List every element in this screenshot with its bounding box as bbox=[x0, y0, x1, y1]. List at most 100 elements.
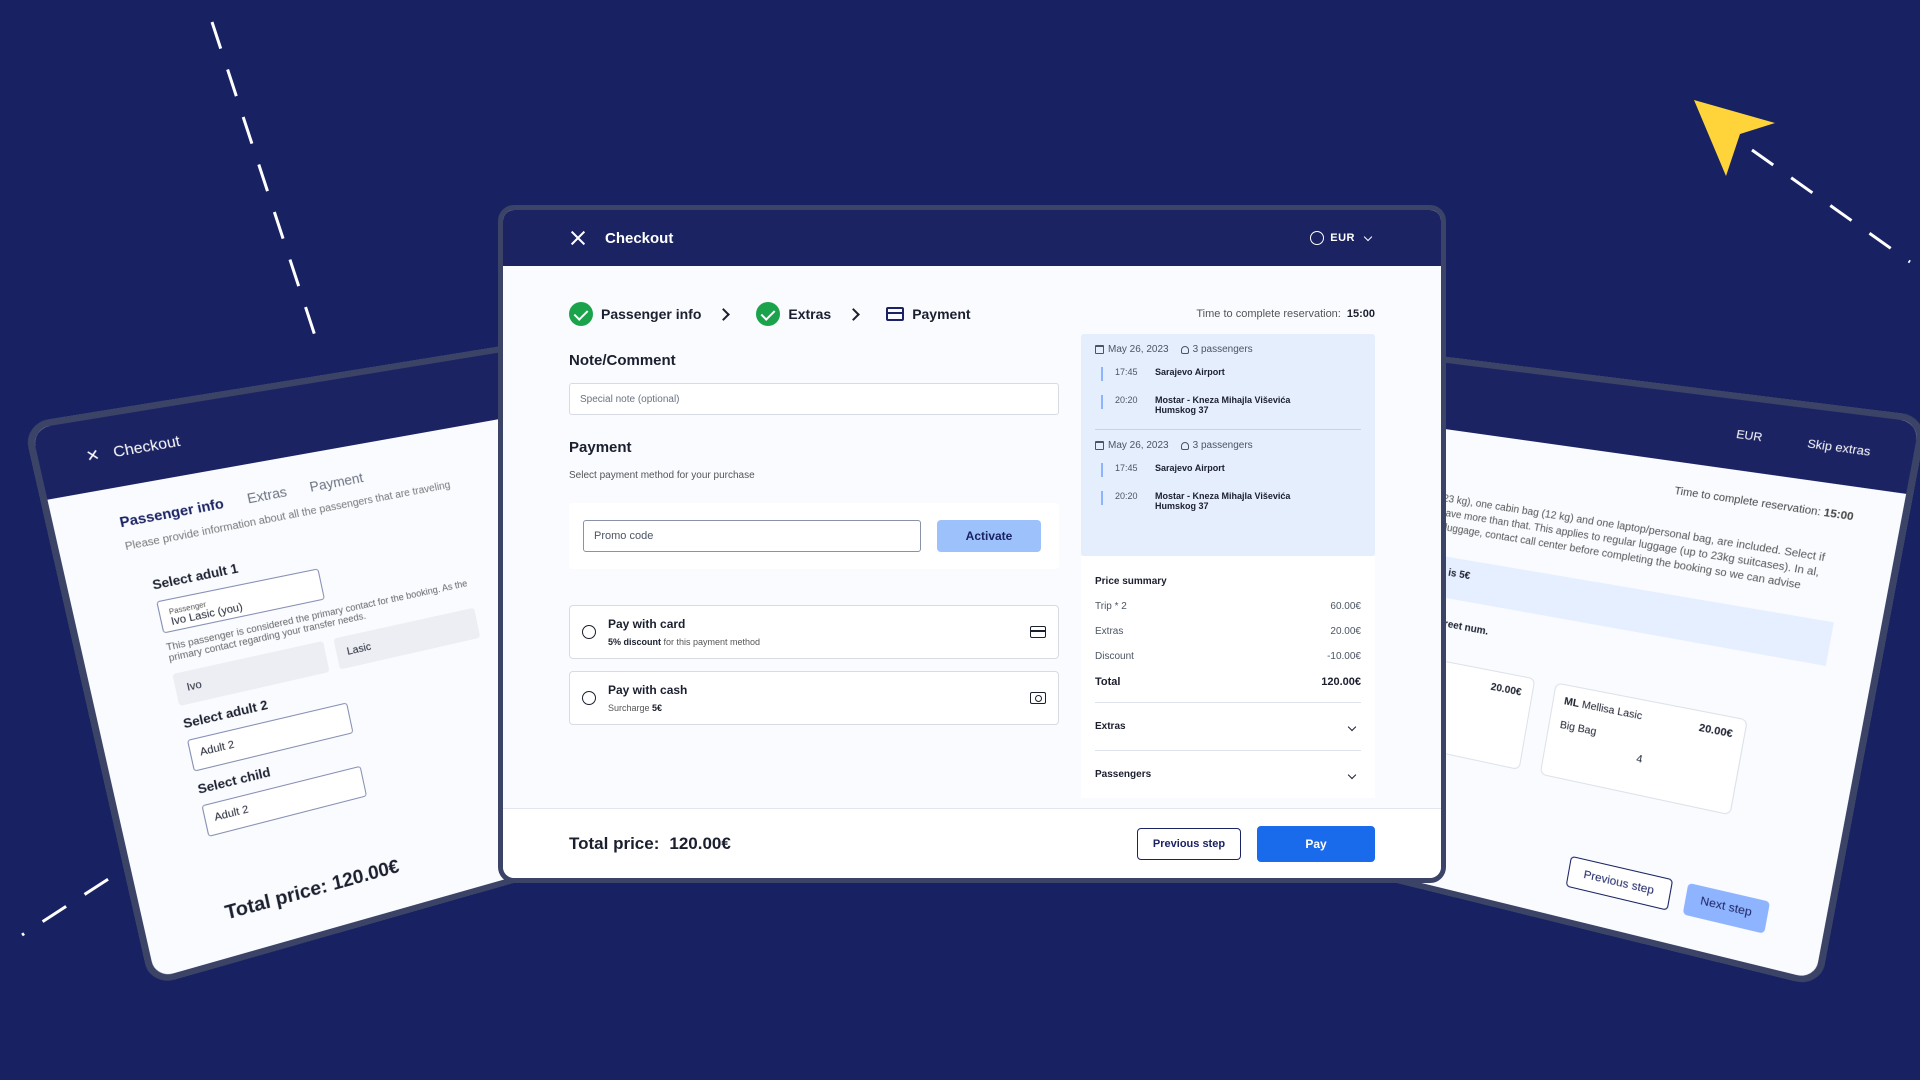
checkout-body: Note/Comment Payment Select payment meth… bbox=[503, 334, 1441, 798]
cash-surcharge-label: Surcharge bbox=[608, 703, 653, 713]
chevron-down-icon bbox=[1347, 722, 1357, 731]
trip-arrival: 20:20 Mostar - Kneza Mihajla Viševića Hum… bbox=[1095, 491, 1361, 511]
card-option-title: Pay with card bbox=[608, 617, 686, 631]
cash-radio[interactable] bbox=[582, 691, 596, 705]
cash-surcharge-value: 5€ bbox=[652, 703, 663, 713]
checkout-footer: Total price: 120.00€ Previous step Pay bbox=[503, 808, 1441, 878]
order-sidebar: May 26, 2023 3 passengers 17:45 Sarajevo … bbox=[1081, 334, 1375, 798]
user-icon bbox=[1180, 441, 1189, 450]
trip-passengers: 3 passengers bbox=[1180, 440, 1253, 451]
user-icon bbox=[1180, 345, 1189, 354]
step-passenger-info-label: Passenger info bbox=[601, 306, 702, 322]
left-step-payment: Payment bbox=[308, 469, 365, 495]
checkout-header: Checkout EUR bbox=[503, 210, 1441, 266]
currency-label: EUR bbox=[1330, 232, 1355, 244]
cash-option-text: Pay with cash Surcharge 5€ bbox=[608, 683, 1018, 713]
step-extras[interactable]: Extras bbox=[756, 302, 831, 326]
total-price: Total price: 120.00€ bbox=[569, 834, 731, 854]
trip-passengers: 3 passengers bbox=[1180, 344, 1253, 355]
promo-code-input[interactable] bbox=[583, 520, 921, 552]
credit-card-icon bbox=[886, 307, 905, 321]
promo-code-box: Activate bbox=[569, 503, 1059, 569]
currency-selector[interactable]: EUR bbox=[1310, 231, 1373, 245]
step-payment-label: Payment bbox=[912, 306, 971, 322]
step-payment[interactable]: Payment bbox=[886, 306, 971, 322]
right-p2-price: 20.00€ bbox=[1697, 722, 1734, 741]
note-heading: Note/Comment bbox=[569, 352, 676, 369]
right-previous-step: Previous step bbox=[1565, 855, 1673, 911]
close-icon: ✕ bbox=[83, 444, 102, 465]
left-total-value: 120.00€ bbox=[330, 855, 401, 895]
dashed-path-top-right bbox=[1751, 148, 1911, 264]
header-title-group: Checkout bbox=[569, 229, 673, 247]
trip-date: May 26, 2023 bbox=[1095, 440, 1169, 451]
card-discount: 5% discount bbox=[608, 637, 662, 647]
left-total: Total price: 120.00€ bbox=[223, 856, 401, 925]
page-title: Checkout bbox=[605, 229, 674, 247]
payment-heading: Payment bbox=[569, 439, 632, 456]
trip-departure: 17:45 Sarajevo Airport bbox=[1095, 367, 1361, 381]
right-next-step: Next step bbox=[1682, 882, 1771, 934]
credit-card-icon bbox=[1030, 626, 1046, 638]
right-timer-label: Time to complete reservation: bbox=[1673, 485, 1822, 519]
right-buttons: Previous step Next step bbox=[1565, 855, 1771, 934]
right-skip-extras: Skip extras bbox=[1806, 437, 1872, 460]
card-option-text: Pay with card 5% discount for this payme… bbox=[608, 617, 1018, 647]
check-circle-icon bbox=[569, 302, 593, 326]
checkout-stepper: Passenger info Extras Payment Time to co… bbox=[503, 266, 1441, 334]
chevron-right-icon bbox=[847, 307, 861, 321]
pay-with-cash-option[interactable]: Pay with cash Surcharge 5€ bbox=[569, 671, 1059, 725]
trip-date: May 26, 2023 bbox=[1095, 344, 1169, 355]
close-icon[interactable] bbox=[569, 229, 587, 247]
left-step-extras: Extras bbox=[245, 483, 289, 507]
pay-with-card-option[interactable]: Pay with card 5% discount for this payme… bbox=[569, 605, 1059, 659]
currency-icon bbox=[1310, 231, 1325, 245]
payment-form: Note/Comment Payment Select payment meth… bbox=[569, 334, 1059, 798]
special-note-input[interactable] bbox=[569, 383, 1059, 415]
total-price-label: Total price: bbox=[569, 833, 660, 853]
summary-row-extras: Extras 20.00€ bbox=[1095, 626, 1361, 637]
right-p2-avatar: ML Mellisa Lasic bbox=[1563, 695, 1644, 723]
trip-departure: 17:45 Sarajevo Airport bbox=[1095, 463, 1361, 477]
trip-details-panel: May 26, 2023 3 passengers 17:45 Sarajevo … bbox=[1081, 334, 1375, 556]
cash-option-title: Pay with cash bbox=[608, 683, 688, 697]
right-currency: EUR bbox=[1735, 428, 1764, 445]
cash-icon bbox=[1030, 692, 1046, 704]
calendar-icon bbox=[1095, 441, 1104, 450]
payment-subtitle: Select payment method for your purchase bbox=[569, 470, 755, 481]
timer-value: 15:00 bbox=[1346, 308, 1375, 320]
pay-button[interactable]: Pay bbox=[1257, 825, 1375, 862]
card-option-subtitle: 5% discount for this payment method bbox=[608, 637, 1018, 647]
trip-arrival: 20:20 Mostar - Kneza Mihajla Viševića Hum… bbox=[1095, 395, 1361, 415]
extras-accordion-label: Extras bbox=[1095, 721, 1126, 732]
price-summary-title: Price summary bbox=[1095, 576, 1167, 587]
activate-button[interactable]: Activate bbox=[937, 520, 1041, 552]
calendar-icon bbox=[1095, 345, 1104, 354]
cash-option-subtitle: Surcharge 5€ bbox=[608, 703, 1018, 713]
checkout-window: Checkout EUR Passenger info Extras Payme… bbox=[498, 205, 1446, 883]
price-summary: Price summary Trip * 2 60.00€ Extras 20.00… bbox=[1081, 556, 1375, 798]
trip-meta: May 26, 2023 3 passengers bbox=[1095, 344, 1361, 355]
trip-item: May 26, 2023 3 passengers 17:45 Sarajevo … bbox=[1095, 429, 1361, 519]
card-discount-rest: for this payment method bbox=[661, 637, 761, 647]
summary-row-trip: Trip * 2 60.00€ bbox=[1095, 601, 1361, 612]
right-timer-value: 15:00 bbox=[1822, 507, 1855, 524]
summary-row-discount: Discount -10.00€ bbox=[1095, 651, 1361, 662]
timer-label: Time to complete reservation: bbox=[1196, 308, 1341, 320]
previous-step-button[interactable]: Previous step bbox=[1137, 827, 1241, 860]
total-price-value: 120.00€ bbox=[669, 833, 731, 853]
dashed-path-top-left bbox=[210, 21, 320, 346]
chevron-down-icon bbox=[1347, 770, 1357, 779]
step-passenger-info[interactable]: Passenger info bbox=[569, 302, 701, 326]
chevron-right-icon bbox=[717, 307, 731, 321]
cursor-arrow-icon bbox=[1694, 100, 1775, 176]
step-extras-label: Extras bbox=[788, 306, 832, 322]
passengers-accordion-label: Passengers bbox=[1095, 769, 1152, 780]
summary-row-total: Total 120.00€ bbox=[1095, 676, 1361, 688]
passengers-accordion[interactable]: Passengers bbox=[1095, 750, 1361, 798]
card-radio[interactable] bbox=[582, 625, 596, 639]
extras-accordion[interactable]: Extras bbox=[1095, 702, 1361, 750]
left-title: Checkout bbox=[111, 431, 182, 461]
check-circle-icon bbox=[756, 302, 781, 326]
chevron-down-icon bbox=[1363, 232, 1373, 241]
